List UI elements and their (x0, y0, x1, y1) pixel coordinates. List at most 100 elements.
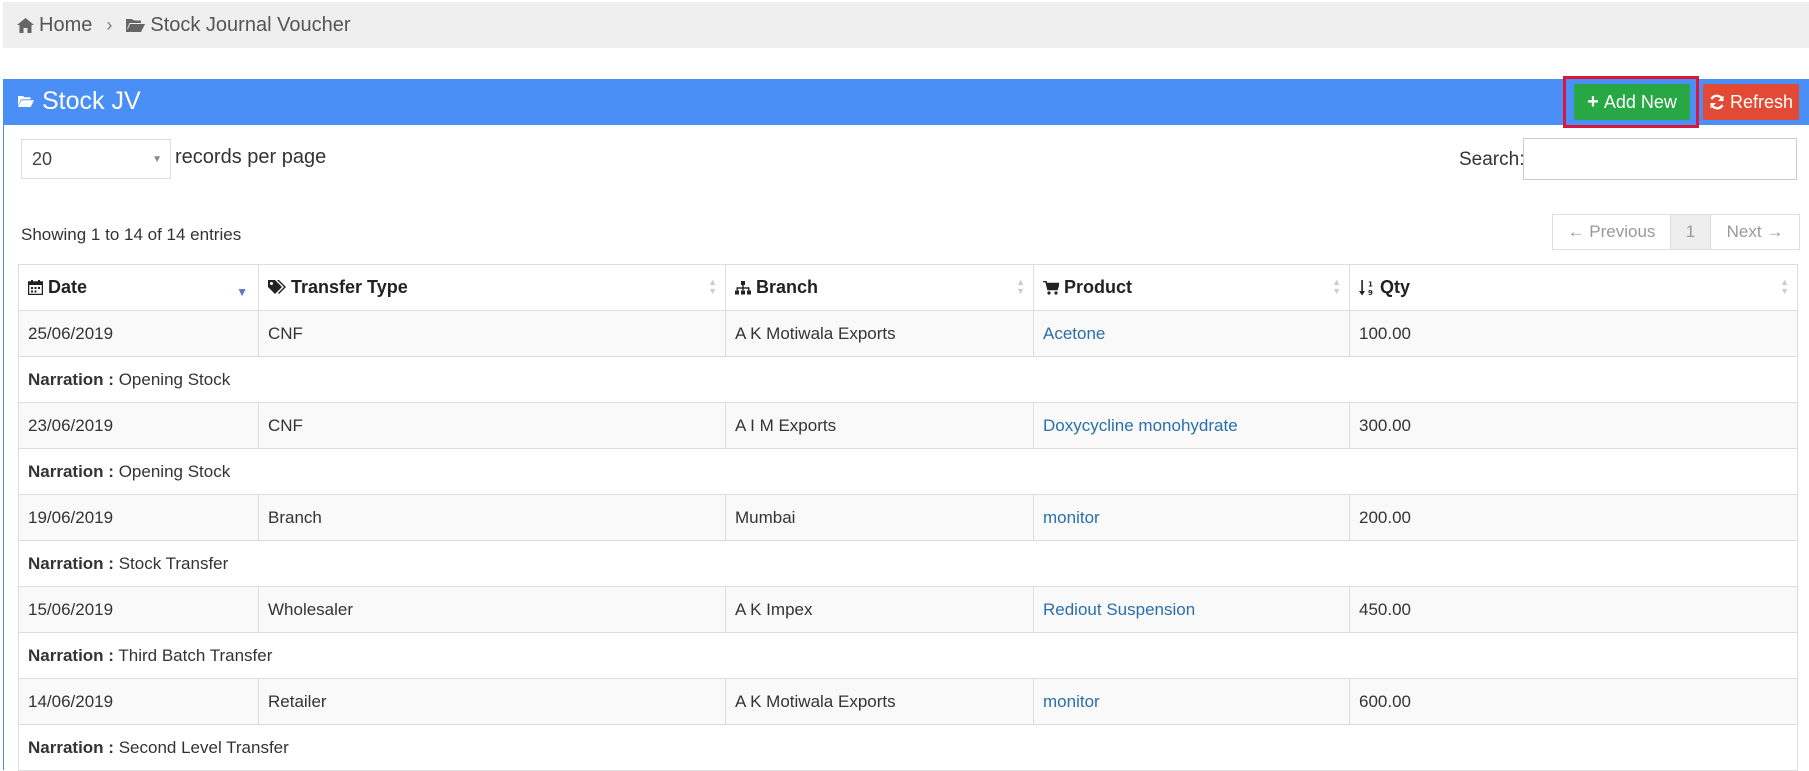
search-label: Search: (1459, 149, 1525, 170)
home-icon (17, 17, 34, 33)
cell-qty: 100.00 (1349, 310, 1798, 357)
previous-page-button[interactable]: ← Previous (1553, 215, 1671, 249)
product-link[interactable]: monitor (1043, 508, 1100, 527)
narration-row: Narration : Third Batch Transfer (18, 632, 1798, 679)
sort-desc-icon: ▼ (236, 285, 248, 299)
narration-text: Third Batch Transfer (118, 645, 273, 665)
breadcrumb-current: Stock Journal Voucher (126, 14, 350, 37)
search-input[interactable] (1523, 138, 1797, 180)
cell-transfer-type: Retailer (258, 678, 726, 725)
panel-title: Stock JV (18, 87, 141, 116)
sort-both-icon: ▲ ▼ (1780, 277, 1789, 296)
breadcrumb-home[interactable]: Home (17, 14, 92, 37)
refresh-label: Refresh (1729, 91, 1794, 112)
cell-qty: 200.00 (1349, 494, 1798, 541)
cell-branch: A K Impex (725, 586, 1034, 633)
column-header-branch-label: Branch (756, 277, 819, 297)
cell-narration: Narration : Third Batch Transfer (18, 632, 1798, 679)
folder-open-icon (126, 18, 146, 32)
refresh-button[interactable]: Refresh (1703, 84, 1799, 120)
cell-product: Doxycycline monohydrate (1033, 402, 1350, 449)
cell-narration: Narration : Stock Transfer (18, 540, 1798, 587)
cell-product: monitor (1033, 678, 1350, 725)
cell-narration: Narration : Opening Stock (18, 356, 1798, 403)
narration-label: Narration : (28, 737, 114, 757)
stock-jv-panel: Stock JV + Add New Refresh 20 ▼ records … (3, 76, 1809, 771)
cell-transfer-type: CNF (258, 310, 726, 357)
sort-both-icon: ▲ ▼ (708, 277, 717, 296)
cell-date: 19/06/2019 (18, 494, 259, 541)
product-link[interactable]: Doxycycline monohydrate (1043, 416, 1238, 435)
records-per-page-label: records per page (175, 146, 327, 168)
table-row: 19/06/2019 Branch Mumbai monitor 200.00 (18, 494, 1798, 541)
folder-open-icon (18, 96, 34, 107)
narration-row: Narration : Second Level Transfer (18, 724, 1798, 771)
sort-both-icon: ▲ ▼ (1016, 277, 1025, 296)
table-header-row: Date ▼ Transfer Type ▲ ▼ Branch ▲ ▼ Prod… (18, 264, 1798, 311)
stock-jv-table: Date ▼ Transfer Type ▲ ▼ Branch ▲ ▼ Prod… (18, 264, 1798, 771)
column-header-product[interactable]: Product ▲ ▼ (1033, 264, 1350, 311)
cell-product: Acetone (1033, 310, 1350, 357)
page-1-button[interactable]: 1 (1671, 215, 1711, 249)
narration-label: Narration : (28, 369, 114, 389)
cell-branch: A K Motiwala Exports (725, 310, 1034, 357)
product-link[interactable]: monitor (1043, 692, 1100, 711)
chevron-right-icon: › (106, 14, 113, 35)
product-link[interactable]: Rediout Suspension (1043, 600, 1195, 619)
cell-date: 15/06/2019 (18, 586, 259, 633)
sort-both-icon: ▲ ▼ (1332, 277, 1341, 296)
cell-branch: Mumbai (725, 494, 1034, 541)
cell-narration: Narration : Opening Stock (18, 448, 1798, 495)
svg-text:9: 9 (1368, 289, 1373, 296)
cell-branch: A K Motiwala Exports (725, 678, 1034, 725)
cell-transfer-type: Branch (258, 494, 726, 541)
sort-numeric-icon: 1 9 (1359, 279, 1373, 296)
cell-branch: A I M Exports (725, 402, 1034, 449)
calendar-icon (28, 280, 43, 295)
cell-date: 23/06/2019 (18, 402, 259, 449)
tags-icon (268, 280, 286, 294)
panel-title-text: Stock JV (42, 87, 141, 115)
cell-qty: 300.00 (1349, 402, 1798, 449)
cell-narration: Narration : Second Level Transfer (18, 724, 1798, 771)
cell-date: 25/06/2019 (18, 310, 259, 357)
column-header-qty-label: Qty (1380, 277, 1411, 297)
breadcrumb-current-label: Stock Journal Voucher (150, 13, 351, 36)
breadcrumb-home-label: Home (39, 13, 93, 36)
next-page-button[interactable]: Next → (1711, 215, 1799, 249)
narration-label: Narration : (28, 461, 114, 481)
column-header-date[interactable]: Date ▼ (18, 264, 259, 311)
column-header-product-label: Product (1064, 277, 1133, 297)
svg-text:1: 1 (1368, 280, 1373, 288)
column-header-date-label: Date (48, 277, 88, 297)
narration-text: Stock Transfer (118, 553, 229, 573)
table-row: 15/06/2019 Wholesaler A K Impex Rediout … (18, 586, 1798, 633)
table-row: 23/06/2019 CNF A I M Exports Doxycycline… (18, 402, 1798, 449)
column-header-transfer-type[interactable]: Transfer Type ▲ ▼ (258, 264, 726, 311)
page-length-select[interactable]: 20 ▼ (21, 139, 171, 179)
plus-icon: + (1587, 90, 1599, 113)
cell-date: 14/06/2019 (18, 678, 259, 725)
column-header-branch[interactable]: Branch ▲ ▼ (725, 264, 1034, 311)
panel-header: Stock JV + Add New Refresh (4, 76, 1809, 128)
caret-down-icon: ▼ (152, 154, 162, 165)
narration-row: Narration : Opening Stock (18, 356, 1798, 403)
sitemap-icon (735, 280, 751, 294)
narration-row: Narration : Stock Transfer (18, 540, 1798, 587)
narration-row: Narration : Opening Stock (18, 448, 1798, 495)
add-new-label: Add New (1603, 91, 1677, 112)
cell-transfer-type: Wholesaler (258, 586, 726, 633)
cell-product: Rediout Suspension (1033, 586, 1350, 633)
refresh-icon (1710, 94, 1724, 110)
table-row: 14/06/2019 Retailer A K Motiwala Exports… (18, 678, 1798, 725)
narration-label: Narration : (28, 553, 114, 573)
narration-text: Opening Stock (118, 369, 231, 389)
add-new-button[interactable]: + Add New (1574, 84, 1690, 120)
cell-qty: 600.00 (1349, 678, 1798, 725)
cell-qty: 450.00 (1349, 586, 1798, 633)
product-link[interactable]: Acetone (1043, 324, 1105, 343)
column-header-qty[interactable]: 1 9 Qty ▲ ▼ (1349, 264, 1798, 311)
table-info: Showing 1 to 14 of 14 entries (21, 225, 242, 244)
shopping-cart-icon (1043, 280, 1059, 295)
narration-label: Narration : (28, 645, 114, 665)
